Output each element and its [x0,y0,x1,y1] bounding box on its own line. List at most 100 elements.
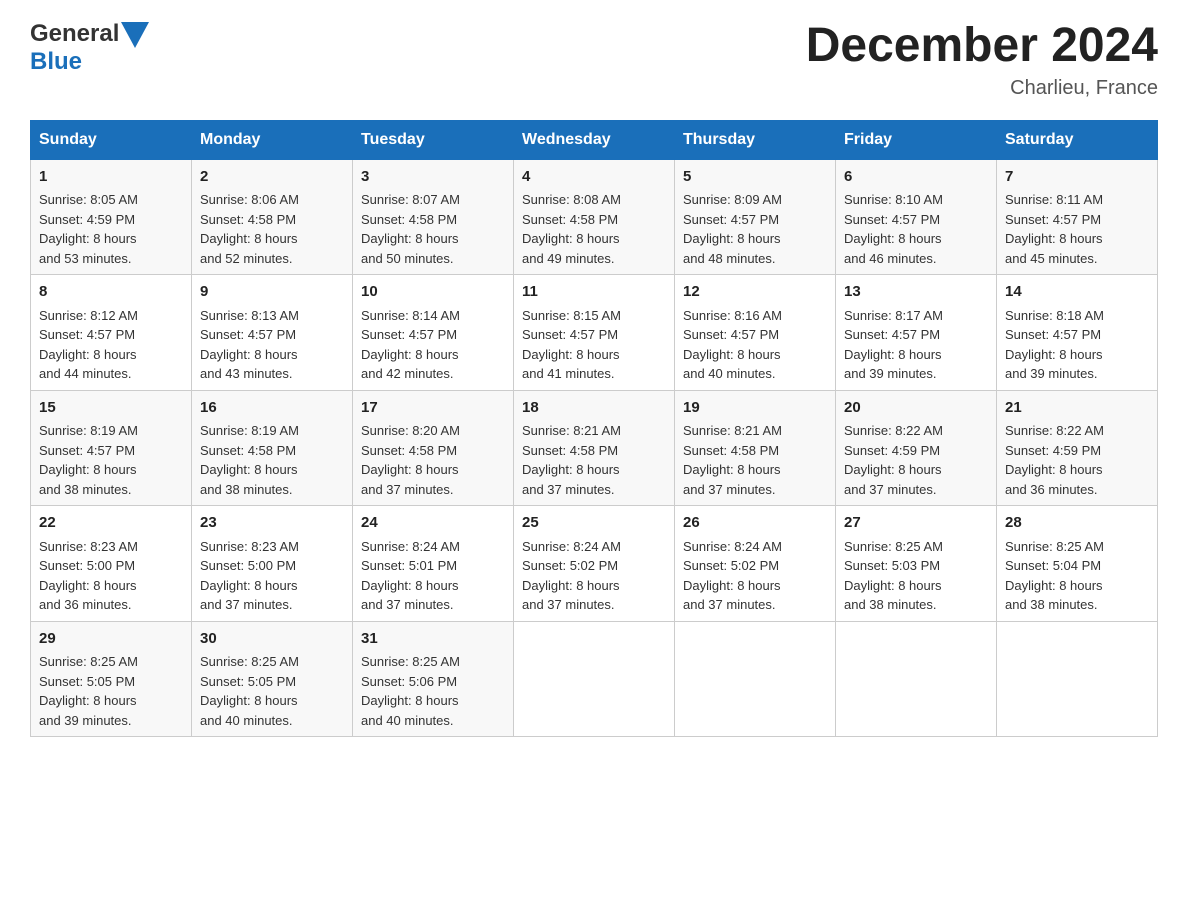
col-friday: Friday [836,120,997,159]
sunrise-text: Sunrise: 8:21 AM [522,423,621,438]
logo: General Blue [30,20,149,76]
day-number: 24 [361,512,505,535]
daylight-text: Daylight: 8 hours [844,231,942,246]
sunset-text: Sunset: 4:58 PM [522,443,618,458]
day-number: 15 [39,397,183,420]
daylight-minutes: and 42 minutes. [361,366,454,381]
sunset-text: Sunset: 5:05 PM [200,674,296,689]
day-number: 3 [361,166,505,189]
sunset-text: Sunset: 4:58 PM [361,443,457,458]
daylight-minutes: and 38 minutes. [39,482,132,497]
sunrise-text: Sunrise: 8:25 AM [361,654,460,669]
sunset-text: Sunset: 5:00 PM [200,558,296,573]
sunset-text: Sunset: 5:04 PM [1005,558,1101,573]
daylight-minutes: and 46 minutes. [844,251,937,266]
daylight-minutes: and 39 minutes. [844,366,937,381]
daylight-text: Daylight: 8 hours [522,347,620,362]
sunrise-text: Sunrise: 8:20 AM [361,423,460,438]
calendar-cell: 21Sunrise: 8:22 AMSunset: 4:59 PMDayligh… [997,390,1158,506]
sunrise-text: Sunrise: 8:16 AM [683,308,782,323]
calendar-cell: 25Sunrise: 8:24 AMSunset: 5:02 PMDayligh… [514,506,675,622]
calendar-week-row: 22Sunrise: 8:23 AMSunset: 5:00 PMDayligh… [31,506,1158,622]
daylight-text: Daylight: 8 hours [1005,462,1103,477]
daylight-text: Daylight: 8 hours [1005,347,1103,362]
sunrise-text: Sunrise: 8:15 AM [522,308,621,323]
day-number: 9 [200,281,344,304]
calendar-header-row: Sunday Monday Tuesday Wednesday Thursday… [31,120,1158,159]
sunset-text: Sunset: 5:03 PM [844,558,940,573]
sunset-text: Sunset: 4:57 PM [844,212,940,227]
calendar-cell: 7Sunrise: 8:11 AMSunset: 4:57 PMDaylight… [997,159,1158,275]
sunset-text: Sunset: 4:57 PM [200,327,296,342]
daylight-text: Daylight: 8 hours [844,347,942,362]
day-number: 14 [1005,281,1149,304]
sunrise-text: Sunrise: 8:25 AM [200,654,299,669]
daylight-text: Daylight: 8 hours [200,231,298,246]
sunset-text: Sunset: 5:01 PM [361,558,457,573]
daylight-text: Daylight: 8 hours [844,462,942,477]
day-number: 10 [361,281,505,304]
sunrise-text: Sunrise: 8:24 AM [683,539,782,554]
daylight-minutes: and 53 minutes. [39,251,132,266]
day-number: 8 [39,281,183,304]
sunset-text: Sunset: 4:57 PM [361,327,457,342]
sunset-text: Sunset: 4:57 PM [1005,212,1101,227]
calendar-week-row: 15 Sunrise: 8:19 AM Sunset: 4:57 PM Dayligh… [31,390,1158,506]
day-number: 20 [844,397,988,420]
sunset-text: Sunset: 4:57 PM [39,443,135,458]
sunrise-text: Sunrise: 8:19 AM [39,423,138,438]
daylight-minutes: and 40 minutes. [361,713,454,728]
calendar-cell: 31Sunrise: 8:25 AMSunset: 5:06 PMDayligh… [353,621,514,737]
day-number: 2 [200,166,344,189]
sunset-text: Sunset: 4:59 PM [39,212,135,227]
daylight-minutes: and 41 minutes. [522,366,615,381]
daylight-minutes: and 37 minutes. [200,597,293,612]
daylight-minutes: and 37 minutes. [522,597,615,612]
sunrise-text: Sunrise: 8:08 AM [522,192,621,207]
sunrise-text: Sunrise: 8:05 AM [39,192,138,207]
sunrise-text: Sunrise: 8:21 AM [683,423,782,438]
calendar-cell: 24Sunrise: 8:24 AMSunset: 5:01 PMDayligh… [353,506,514,622]
sunset-text: Sunset: 4:58 PM [361,212,457,227]
sunrise-text: Sunrise: 8:18 AM [1005,308,1104,323]
day-number: 5 [683,166,827,189]
daylight-minutes: and 43 minutes. [200,366,293,381]
col-saturday: Saturday [997,120,1158,159]
calendar-cell: 29Sunrise: 8:25 AMSunset: 5:05 PMDayligh… [31,621,192,737]
day-number: 23 [200,512,344,535]
daylight-minutes: and 48 minutes. [683,251,776,266]
calendar-cell: 18Sunrise: 8:21 AMSunset: 4:58 PMDayligh… [514,390,675,506]
calendar-cell: 9Sunrise: 8:13 AMSunset: 4:57 PMDaylight… [192,275,353,391]
sunrise-text: Sunrise: 8:22 AM [1005,423,1104,438]
daylight-minutes: and 38 minutes. [1005,597,1098,612]
daylight-minutes: and 37 minutes. [683,597,776,612]
col-sunday: Sunday [31,120,192,159]
sunrise-text: Sunrise: 8:11 AM [1005,192,1103,207]
calendar-cell: 17Sunrise: 8:20 AMSunset: 4:58 PMDayligh… [353,390,514,506]
sunrise-text: Sunrise: 8:25 AM [1005,539,1104,554]
sunset-text: Sunset: 4:59 PM [1005,443,1101,458]
daylight-text: Daylight: 8 hours [844,578,942,593]
calendar-cell: 12Sunrise: 8:16 AMSunset: 4:57 PMDayligh… [675,275,836,391]
daylight-text: Daylight: 8 hours [361,578,459,593]
day-number: 25 [522,512,666,535]
sunrise-text: Sunrise: 8:25 AM [844,539,943,554]
calendar-cell: 6Sunrise: 8:10 AMSunset: 4:57 PMDaylight… [836,159,997,275]
daylight-text: Daylight: 8 hours [39,231,137,246]
day-number: 12 [683,281,827,304]
calendar-week-row: 8Sunrise: 8:12 AMSunset: 4:57 PMDaylight… [31,275,1158,391]
calendar-cell: 10Sunrise: 8:14 AMSunset: 4:57 PMDayligh… [353,275,514,391]
sunset-text: Sunset: 4:57 PM [844,327,940,342]
daylight-text: Daylight: 8 hours [522,578,620,593]
col-monday: Monday [192,120,353,159]
daylight-text: Daylight: 8 hours [683,578,781,593]
calendar-cell: 23Sunrise: 8:23 AMSunset: 5:00 PMDayligh… [192,506,353,622]
sunrise-text: Sunrise: 8:25 AM [39,654,138,669]
daylight-text: Daylight: 8 hours [683,462,781,477]
sunrise-text: Sunrise: 8:22 AM [844,423,943,438]
sunrise-text: Sunrise: 8:07 AM [361,192,460,207]
sunset-text: Sunset: 4:57 PM [522,327,618,342]
daylight-text: Daylight: 8 hours [1005,578,1103,593]
sunrise-text: Sunrise: 8:17 AM [844,308,943,323]
day-number: 7 [1005,166,1149,189]
